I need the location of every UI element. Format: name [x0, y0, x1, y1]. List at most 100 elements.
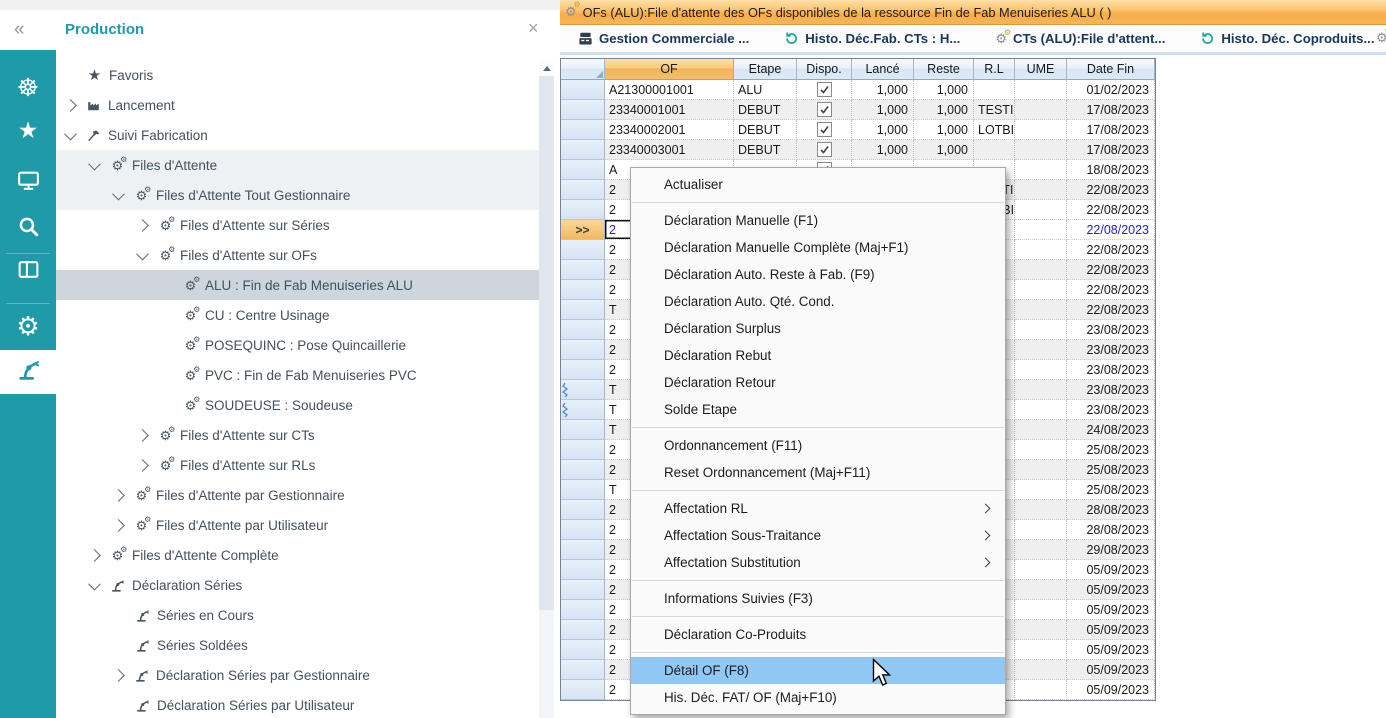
tree-item[interactable]: ⚙⚙Files d'Attente sur RLs: [56, 450, 539, 480]
chevron-down-icon[interactable]: [88, 157, 101, 170]
menu-item[interactable]: Déclaration Co-Produits: [631, 621, 1005, 648]
menu-item[interactable]: Affectation Substitution: [631, 549, 1005, 576]
dispo-checkbox[interactable]: [817, 142, 832, 157]
row-selector[interactable]: [561, 620, 605, 640]
tree-item[interactable]: ⚙⚙POSEQUINC : Pose Quincaillerie: [56, 330, 539, 360]
column-header-date[interactable]: Date Fin: [1067, 59, 1155, 80]
row-selector[interactable]: [561, 420, 605, 440]
column-header-etape[interactable]: Etape: [734, 59, 797, 80]
menu-item[interactable]: Déclaration Rebut: [631, 342, 1005, 369]
chevron-right-icon[interactable]: [136, 459, 149, 472]
select-all-header[interactable]: [561, 59, 605, 80]
tree-item[interactable]: Séries en Cours: [56, 600, 539, 630]
table-row[interactable]: 23340003001DEBUT1,0001,00017/08/2023: [561, 140, 1155, 160]
rail-robot-arm-button[interactable]: [0, 350, 56, 394]
chevron-down-icon[interactable]: [112, 187, 125, 200]
menu-item[interactable]: Informations Suivies (F3): [631, 585, 1005, 612]
chevron-right-icon[interactable]: [136, 429, 149, 442]
column-header-ume[interactable]: UME: [1015, 59, 1067, 80]
row-selector[interactable]: [561, 300, 605, 320]
menu-item[interactable]: Détail OF (F8): [631, 657, 1005, 684]
tree-item[interactable]: ⚙⚙Files d'Attente Complète: [56, 540, 539, 570]
row-selector[interactable]: [561, 240, 605, 260]
menu-item[interactable]: Ordonnancement (F11): [631, 432, 1005, 459]
row-selector[interactable]: >>: [561, 220, 605, 240]
panel-close-button[interactable]: ×: [528, 18, 539, 39]
chevron-right-icon[interactable]: [112, 519, 125, 532]
row-selector[interactable]: [561, 400, 605, 420]
row-selector[interactable]: [561, 320, 605, 340]
rail-search-button[interactable]: [0, 207, 56, 251]
row-selector[interactable]: [561, 160, 605, 180]
row-selector[interactable]: [561, 460, 605, 480]
row-selector[interactable]: [561, 680, 605, 700]
rail-helm-button[interactable]: ☸: [0, 66, 56, 110]
tab[interactable]: ⚙⚙CTs (ALU):File d'attent...: [995, 31, 1165, 46]
row-selector[interactable]: [561, 520, 605, 540]
tree-item[interactable]: ★Favoris: [56, 60, 539, 90]
table-row[interactable]: 23340002001DEBUT1,0001,000LOTBI17/08/202…: [561, 120, 1155, 140]
rail-monitor-button[interactable]: [0, 161, 56, 205]
column-header-rl[interactable]: R.L: [974, 59, 1015, 80]
row-selector[interactable]: [561, 660, 605, 680]
chevron-down-icon[interactable]: [64, 127, 77, 140]
rail-gear-button[interactable]: ⚙: [0, 304, 56, 348]
dispo-checkbox[interactable]: [817, 122, 832, 137]
rail-star-button[interactable]: ★: [0, 108, 56, 152]
rail-columns-button[interactable]: [0, 250, 56, 294]
menu-item[interactable]: Déclaration Manuelle Complète (Maj+F1): [631, 234, 1005, 261]
chevron-right-icon[interactable]: [112, 669, 125, 682]
row-selector[interactable]: [561, 280, 605, 300]
tab[interactable]: Histo. Déc. Coproduits...: [1200, 31, 1374, 46]
menu-item[interactable]: Déclaration Retour: [631, 369, 1005, 396]
row-selector[interactable]: [561, 480, 605, 500]
row-selector[interactable]: [561, 380, 605, 400]
row-selector[interactable]: [561, 260, 605, 280]
menu-item[interactable]: Affectation Sous-Traitance: [631, 522, 1005, 549]
tree-item[interactable]: ⚙⚙CU : Centre Usinage: [56, 300, 539, 330]
row-selector[interactable]: [561, 120, 605, 140]
tree-item[interactable]: ⚙⚙Files d'Attente sur Séries: [56, 210, 539, 240]
table-row[interactable]: A21300001001ALU1,0001,00001/02/2023: [561, 80, 1155, 100]
tree-item[interactable]: ⚙⚙SOUDEUSE : Soudeuse: [56, 390, 539, 420]
dispo-checkbox[interactable]: [817, 102, 832, 117]
tree-scrollbar[interactable]: [539, 60, 554, 718]
menu-item[interactable]: Déclaration Surplus: [631, 315, 1005, 342]
menu-item[interactable]: Déclaration Manuelle (F1): [631, 207, 1005, 234]
row-selector[interactable]: [561, 180, 605, 200]
menu-item[interactable]: Actualiser: [631, 171, 1005, 198]
row-selector[interactable]: [561, 500, 605, 520]
menu-item[interactable]: Déclaration Auto. Qté. Cond.: [631, 288, 1005, 315]
row-selector[interactable]: [561, 600, 605, 620]
scroll-up-button[interactable]: [539, 60, 554, 76]
row-selector[interactable]: [561, 340, 605, 360]
dispo-checkbox[interactable]: [817, 82, 832, 97]
chevron-right-icon[interactable]: [88, 549, 101, 562]
row-selector[interactable]: [561, 200, 605, 220]
menu-item[interactable]: Déclaration Auto. Reste à Fab. (F9): [631, 261, 1005, 288]
tree-item[interactable]: Lancement: [56, 90, 539, 120]
menu-item[interactable]: Reset Ordonnancement (Maj+F11): [631, 459, 1005, 486]
row-selector[interactable]: [561, 100, 605, 120]
row-selector[interactable]: [561, 360, 605, 380]
tree-item[interactable]: ⚙⚙Files d'Attente: [56, 150, 539, 180]
tree-item[interactable]: ⚙⚙ALU : Fin de Fab Menuiseries ALU: [56, 270, 539, 300]
tab[interactable]: Histo. Déc.Fab. CTs : H...: [784, 31, 960, 46]
tree-item[interactable]: ⚙⚙Files d'Attente Tout Gestionnaire: [56, 180, 539, 210]
tree-item[interactable]: Suivi Fabrication: [56, 120, 539, 150]
tree-item[interactable]: Déclaration Séries par Utilisateur: [56, 690, 539, 718]
menu-item[interactable]: His. Déc. FAT/ OF (Maj+F10): [631, 684, 1005, 711]
menu-item[interactable]: Solde Etape: [631, 396, 1005, 423]
tree-item[interactable]: ⚙⚙PVC : Fin de Fab Menuiseries PVC: [56, 360, 539, 390]
row-selector[interactable]: [561, 140, 605, 160]
tree-item[interactable]: ⚙⚙Files d'Attente sur OFs: [56, 240, 539, 270]
tree-item[interactable]: ⚙⚙Files d'Attente par Utilisateur: [56, 510, 539, 540]
tab[interactable]: Gestion Commerciale ...: [578, 31, 749, 46]
tree-item[interactable]: ⚙⚙Files d'Attente sur CTs: [56, 420, 539, 450]
row-selector[interactable]: [561, 540, 605, 560]
column-header-lance[interactable]: Lancé: [852, 59, 914, 80]
row-selector[interactable]: [561, 580, 605, 600]
chevron-right-icon[interactable]: [136, 219, 149, 232]
row-selector[interactable]: [561, 640, 605, 660]
chevron-down-icon[interactable]: [136, 247, 149, 260]
